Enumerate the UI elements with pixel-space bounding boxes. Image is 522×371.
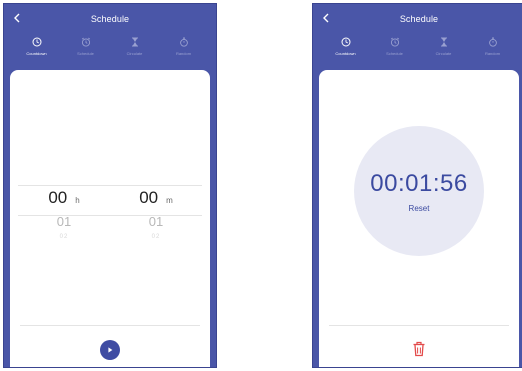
play-icon bbox=[108, 347, 113, 353]
hours-value: 00 bbox=[48, 188, 68, 207]
minutes-next: 01 bbox=[148, 214, 164, 229]
tab-label: Random bbox=[484, 51, 501, 56]
clock-icon bbox=[341, 37, 350, 47]
hourglass-icon bbox=[131, 37, 138, 47]
alarm-icon bbox=[390, 37, 399, 47]
hours-next-2: 02 bbox=[59, 234, 69, 240]
minutes-unit: m bbox=[166, 196, 173, 205]
countdown-running-screen: Schedule Countdown Schedule Circulate Ra… bbox=[312, 3, 522, 368]
clock-icon bbox=[32, 37, 41, 47]
stopwatch-icon bbox=[488, 37, 497, 47]
tab-countdown[interactable]: Countdown bbox=[18, 37, 56, 70]
reset-button[interactable]: Reset bbox=[409, 204, 430, 213]
minutes-selected-row: 00 m bbox=[116, 188, 196, 214]
trash-icon bbox=[413, 341, 425, 357]
tab-bar: Countdown Schedule Circulate Random bbox=[313, 34, 522, 70]
tab-schedule[interactable]: Schedule bbox=[376, 37, 414, 70]
hourglass-icon bbox=[440, 37, 447, 47]
back-button[interactable] bbox=[10, 10, 24, 26]
minutes-wheel[interactable]: 00 m 01 02 bbox=[116, 188, 196, 244]
footer-divider bbox=[329, 325, 509, 326]
picker-divider bbox=[18, 185, 202, 186]
minutes-next-2: 02 bbox=[151, 234, 161, 240]
content-card: 00:01:56 Reset bbox=[319, 70, 519, 367]
remaining-time: 00:01:56 bbox=[370, 169, 468, 197]
chevron-left-icon bbox=[323, 13, 329, 23]
tab-circulate[interactable]: Circulate bbox=[116, 37, 154, 70]
app-header: Schedule bbox=[4, 4, 216, 34]
page-title: Schedule bbox=[90, 14, 130, 24]
hours-unit: h bbox=[75, 196, 80, 205]
alarm-icon bbox=[81, 37, 90, 47]
stopwatch-icon bbox=[179, 37, 188, 47]
hours-selected-row: 00 h bbox=[24, 188, 104, 214]
tab-label: Schedule bbox=[386, 51, 403, 56]
page-title: Schedule bbox=[399, 14, 439, 24]
minutes-value: 00 bbox=[139, 188, 159, 207]
tab-schedule[interactable]: Schedule bbox=[67, 37, 105, 70]
hours-wheel[interactable]: 00 h 01 02 bbox=[24, 188, 104, 244]
time-picker[interactable]: 00 h 01 02 00 m 01 02 bbox=[10, 182, 210, 254]
tab-label: Circulate bbox=[435, 51, 452, 56]
delete-button[interactable] bbox=[411, 340, 427, 358]
tab-label: Countdown bbox=[335, 51, 356, 56]
tab-label: Countdown bbox=[26, 51, 47, 56]
chevron-left-icon bbox=[14, 13, 20, 23]
tab-countdown[interactable]: Countdown bbox=[327, 37, 365, 70]
countdown-setup-screen: Schedule Countdown Schedule Circulate Ra… bbox=[3, 3, 217, 368]
tab-random[interactable]: Random bbox=[474, 37, 512, 70]
hours-next: 01 bbox=[56, 214, 72, 229]
tab-circulate[interactable]: Circulate bbox=[425, 37, 463, 70]
tab-bar: Countdown Schedule Circulate Random bbox=[4, 34, 216, 70]
back-button[interactable] bbox=[319, 10, 333, 26]
start-button[interactable] bbox=[100, 340, 120, 360]
tab-label: Random bbox=[175, 51, 192, 56]
tab-random[interactable]: Random bbox=[165, 37, 203, 70]
countdown-dial: 00:01:56 Reset bbox=[354, 126, 484, 256]
tab-label: Circulate bbox=[126, 51, 143, 56]
tab-label: Schedule bbox=[77, 51, 94, 56]
content-card: 00 h 01 02 00 m 01 02 bbox=[10, 70, 210, 367]
app-header: Schedule bbox=[313, 4, 522, 34]
footer-divider bbox=[20, 325, 200, 326]
